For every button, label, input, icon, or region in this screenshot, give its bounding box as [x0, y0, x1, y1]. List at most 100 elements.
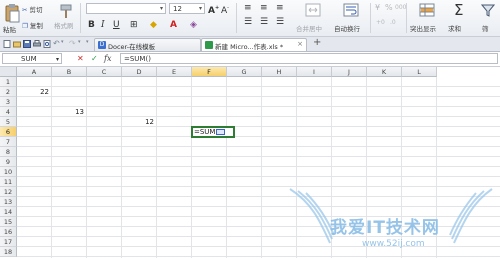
cell-a2[interactable]: 22 [18, 87, 49, 97]
align-middle-button[interactable]: ≡ [260, 3, 268, 13]
column-header-g[interactable]: G [227, 67, 262, 77]
tab-workbook[interactable]: 新建 Micro...作表.xls * × [201, 38, 307, 51]
format-painter-button[interactable] [58, 3, 74, 19]
decrease-decimal-button[interactable]: .0 [390, 18, 396, 28]
increase-decimal-button[interactable]: +0 [376, 18, 385, 28]
autosum-button[interactable]: Σ 求和 [448, 1, 474, 33]
align-center-button[interactable]: ☰ [260, 17, 268, 27]
highlight-button[interactable]: 突出显示 [410, 3, 444, 33]
row-header-9[interactable]: 9 [0, 157, 17, 167]
merge-cells-icon [305, 3, 321, 17]
row-header-18[interactable]: 18 [0, 247, 17, 257]
font-size-value: 12 [173, 5, 182, 13]
fill-color-button[interactable]: ◆ [150, 20, 157, 30]
border-icon: ⊞ [130, 20, 138, 30]
merge-center-button[interactable]: 合并居中 [296, 3, 330, 33]
copy-button[interactable]: ❐ 复制 [22, 20, 43, 30]
row-header-7[interactable]: 7 [0, 137, 17, 147]
bold-button[interactable]: B [88, 20, 95, 30]
column-header-d[interactable]: D [122, 67, 157, 77]
clear-format-button[interactable]: ◈ [190, 20, 197, 30]
table-highlight-icon [419, 3, 435, 17]
watermark-logo: 我爱IT技术网 www.52ij.com [282, 183, 500, 258]
column-header-f[interactable]: F [192, 67, 227, 77]
italic-button[interactable]: I [101, 20, 105, 30]
new-file-icon[interactable] [3, 40, 11, 48]
highlight-label: 突出显示 [410, 25, 436, 33]
row-header-12[interactable]: 12 [0, 187, 17, 197]
confirm-formula-button[interactable]: ✓ [91, 54, 98, 63]
cut-button[interactable]: ✂ 剪切 [22, 4, 43, 14]
cell-b4[interactable]: 13 [53, 107, 84, 117]
thousands-button[interactable]: 000 [395, 3, 406, 13]
chevron-down-icon[interactable]: ▾ [78, 39, 81, 45]
save-icon[interactable] [23, 40, 31, 48]
borders-button[interactable]: ⊞ [130, 20, 138, 30]
chevron-down-icon: ▾ [159, 5, 163, 12]
row-header-8[interactable]: 8 [0, 147, 17, 157]
row-header-14[interactable]: 14 [0, 207, 17, 217]
insert-function-button[interactable]: fx [104, 54, 111, 63]
cell-d5[interactable]: 12 [123, 117, 154, 127]
row-header-3[interactable]: 3 [0, 97, 17, 107]
formula-text: =SUM() [124, 55, 151, 63]
row-header-2[interactable]: 2 [0, 87, 17, 97]
percent-button[interactable]: % [385, 3, 393, 13]
row-header-10[interactable]: 10 [0, 167, 17, 177]
row-header-5[interactable]: 5 [0, 117, 17, 127]
chevron-down-icon[interactable]: ▾ [61, 39, 64, 45]
align-left-button[interactable]: ☰ [244, 17, 252, 27]
grid-column-line [86, 77, 87, 258]
font-color-button[interactable]: A [170, 20, 177, 30]
row-header-16[interactable]: 16 [0, 227, 17, 237]
new-tab-button[interactable]: + [313, 37, 321, 48]
column-header-c[interactable]: C [87, 67, 122, 77]
undo-icon[interactable]: ↶ [53, 39, 60, 48]
row-header-11[interactable]: 11 [0, 177, 17, 187]
tab-docer[interactable]: D Docer-在线模板 [94, 38, 201, 51]
align-right-button[interactable]: ☰ [276, 17, 284, 27]
align-bottom-button[interactable]: ≡ [276, 3, 284, 13]
column-header-e[interactable]: E [157, 67, 192, 77]
separator [406, 3, 407, 33]
wrap-text-label: 自动换行 [334, 25, 360, 33]
number-format-button[interactable]: ¥ [375, 3, 380, 13]
column-header-k[interactable]: K [367, 67, 402, 77]
filter-button[interactable]: 筛 [478, 3, 500, 33]
column-header-a[interactable]: A [17, 67, 52, 77]
column-header-i[interactable]: I [297, 67, 332, 77]
print-preview-icon[interactable] [43, 40, 51, 48]
print-icon[interactable] [33, 40, 41, 48]
formula-input[interactable]: =SUM() [120, 53, 498, 64]
column-header-b[interactable]: B [52, 67, 87, 77]
underline-button[interactable]: U [113, 20, 120, 30]
row-header-13[interactable]: 13 [0, 197, 17, 207]
grow-font-button[interactable]: A+ [208, 3, 219, 16]
brush-icon [60, 4, 72, 18]
wrap-text-button[interactable]: 自动换行 [334, 3, 368, 33]
font-size-select[interactable]: 12 ▾ [169, 3, 205, 14]
cancel-formula-button[interactable]: ✕ [77, 54, 84, 63]
customize-quick-access-icon[interactable]: ▾ [86, 39, 89, 45]
column-header-h[interactable]: H [262, 67, 297, 77]
name-box[interactable]: SUM ▾ [2, 53, 62, 64]
paste-label: 粘贴 [3, 26, 16, 34]
open-folder-icon[interactable] [13, 40, 21, 48]
align-top-button[interactable]: ≡ [244, 3, 252, 13]
font-name-select[interactable]: ▾ [86, 3, 166, 14]
row-header-4[interactable]: 4 [0, 107, 17, 117]
select-all-corner[interactable] [0, 67, 17, 77]
column-header-l[interactable]: L [402, 67, 437, 77]
close-tab-icon[interactable]: × [297, 40, 303, 48]
align-left-icon: ☰ [244, 17, 253, 27]
align-right-icon: ☰ [276, 17, 285, 27]
row-header-6[interactable]: 6 [0, 127, 17, 137]
paste-button[interactable] [3, 3, 21, 23]
row-header-1[interactable]: 1 [0, 77, 17, 87]
redo-icon[interactable]: ↷ [69, 39, 76, 48]
row-header-15[interactable]: 15 [0, 217, 17, 227]
row-header-17[interactable]: 17 [0, 237, 17, 247]
shrink-font-button[interactable]: A- [221, 3, 229, 16]
column-header-j[interactable]: J [332, 67, 367, 77]
active-cell-f6[interactable]: =SUM [191, 126, 235, 138]
